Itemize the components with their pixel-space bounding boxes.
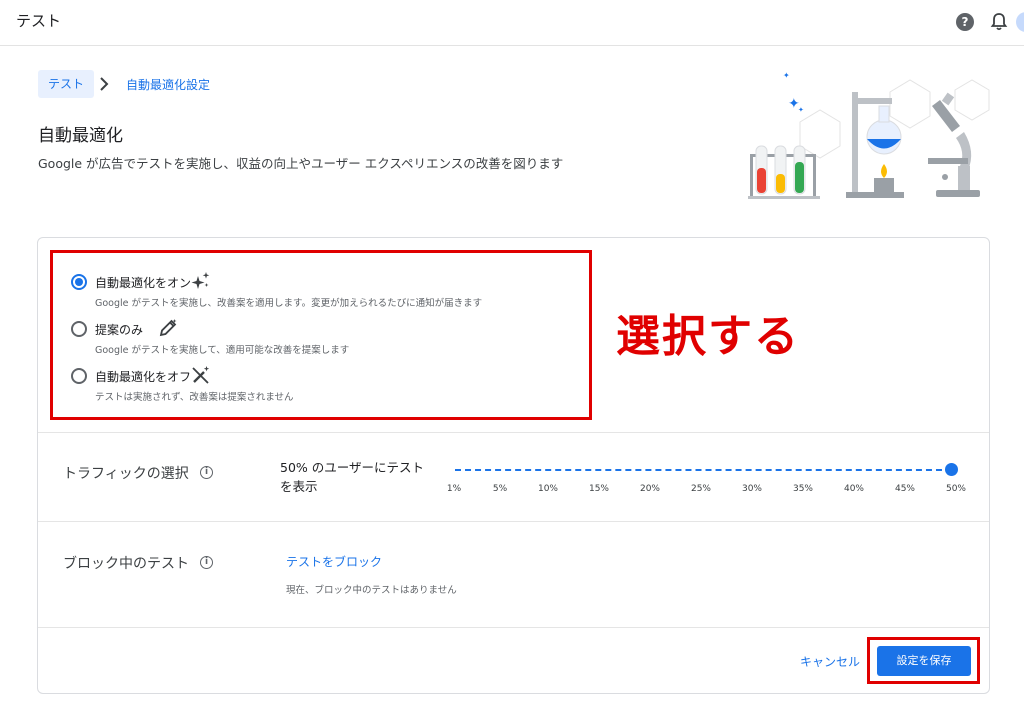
slider-tick-label: 1% — [446, 484, 462, 494]
page-description: Google が広告でテストを実施し、収益の向上やユーザー エクスペリエンスの改… — [38, 156, 564, 171]
svg-text:✦: ✦ — [783, 71, 790, 80]
cancel-button[interactable]: キャンセル — [796, 651, 864, 673]
divider — [38, 627, 989, 628]
slider-tick-label: 35% — [792, 484, 813, 494]
slider-tick-label: 30% — [741, 484, 762, 494]
slider-tick-label: 15% — [588, 484, 609, 494]
slider-tick-label: 45% — [894, 484, 915, 494]
avatar[interactable] — [1016, 12, 1024, 32]
slider-tick-label: 40% — [843, 484, 864, 494]
breadcrumb-current: 自動最適化設定 — [126, 78, 211, 92]
traffic-label: トラフィックの選択 — [63, 466, 189, 482]
slider-tick-label: 50% — [945, 484, 966, 494]
page-title: 自動最適化 — [38, 126, 123, 146]
svg-text:✦: ✦ — [798, 106, 804, 114]
slider-tick-label: 25% — [690, 484, 711, 494]
traffic-value-text: 50% のユーザーにテストを表示 — [280, 460, 425, 494]
block-tests-link[interactable]: テストをブロック — [286, 553, 382, 570]
bell-icon[interactable] — [990, 12, 1008, 32]
blocked-tests-note: 現在、ブロック中のテストはありません — [286, 585, 457, 596]
blocked-tests-label: ブロック中のテスト — [63, 556, 189, 572]
highlight-box-save — [867, 637, 980, 684]
divider — [38, 432, 989, 433]
slider-tick-label: 20% — [639, 484, 660, 494]
traffic-slider-track[interactable] — [455, 469, 952, 471]
app-title: テスト — [16, 12, 62, 30]
lab-illustration: ✦ ✦ ✦ — [748, 71, 990, 199]
traffic-slider-thumb[interactable] — [945, 463, 958, 476]
chevron-right-icon — [100, 77, 109, 91]
divider — [38, 521, 989, 522]
breadcrumb-parent[interactable]: テスト — [38, 70, 95, 98]
annotation-text: 選択する — [616, 311, 800, 362]
slider-tick-label: 10% — [537, 484, 558, 494]
info-icon[interactable]: i — [200, 466, 213, 479]
highlight-box-options — [50, 250, 592, 420]
top-bar: テスト ? — [0, 0, 1024, 46]
slider-tick-label: 5% — [492, 484, 508, 494]
info-icon[interactable]: i — [200, 556, 213, 569]
help-icon[interactable]: ? — [956, 13, 974, 31]
